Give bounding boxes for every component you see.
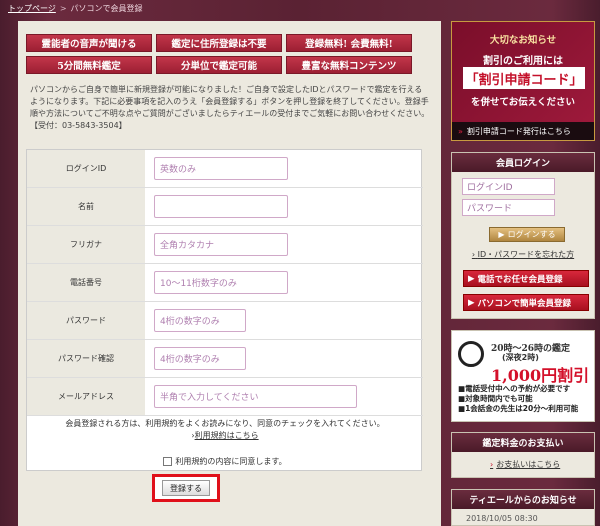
login-id-field[interactable]: ログインID (462, 178, 555, 195)
password-input[interactable]: 4桁の数字のみ (154, 309, 246, 332)
login-title: 会員ログイン (452, 153, 594, 172)
main-content: 霊能者の音声が聞ける 鑑定に住所登録は不要 登録無料! 会費無料! 5分間無料鑑… (18, 21, 441, 526)
terms-link[interactable]: 利用規約はこちら (195, 431, 259, 440)
form-row-password-confirm: パスワード確認 4桁の数字のみ (27, 340, 423, 378)
login-button-label: ログインする (507, 230, 556, 239)
breadcrumb-home[interactable]: トップページ (8, 4, 56, 13)
clock-icon (458, 341, 484, 367)
payment-link-arrow: › (490, 460, 494, 469)
login-button[interactable]: ▶ ログインする (489, 227, 565, 242)
agree-row: 利用規約の内容に同意します。 (27, 456, 423, 467)
feature-buttons: 霊能者の音声が聞ける 鑑定に住所登録は不要 登録無料! 会費無料! 5分間無料鑑… (26, 34, 426, 74)
terms-text: 会員登録される方は、利用規約をよくお読みになり、同意のチェックを入れてください。 (65, 419, 385, 428)
discount-amount: 1,000円割引 (491, 366, 590, 385)
news-title: ティエールからのお知らせ (452, 490, 594, 509)
intro-phone: 【受付：03-5843-3504】 (30, 121, 127, 130)
pc-register-label: パソコンで簡単会員登録 (477, 298, 572, 309)
password-confirm-label: パスワード確認 (27, 340, 145, 377)
feature-no-address: 鑑定に住所登録は不要 (156, 34, 282, 52)
feature-free-registration: 登録無料! 会費無料! (286, 34, 412, 52)
submit-highlight: 登録する (152, 474, 220, 502)
agree-checkbox[interactable] (163, 457, 173, 466)
breadcrumb-current: パソコンで会員登録 (70, 4, 143, 13)
promo-link-arrow: » (458, 126, 463, 136)
news-panel: ティエールからのお知らせ 2018/10/05 08:30 (451, 489, 595, 526)
login-password-field[interactable]: パスワード (462, 199, 555, 216)
phone-register-label: 電話でお任せ会員登録 (477, 274, 563, 285)
furigana-label: フリガナ (27, 226, 145, 263)
payment-link[interactable]: › お支払いはこちら (490, 459, 560, 470)
forgot-label: ID・パスワードを忘れた方 (477, 250, 575, 259)
email-label: メールアドレス (27, 378, 145, 415)
phone-label: 電話番号 (27, 264, 145, 301)
pc-register-arrow: ▶ (468, 297, 475, 308)
night-discount-banner[interactable]: 20時～26時の鑑定 (深夜2時) 1,000円割引 ■電話受付中への予約が必要… (451, 330, 595, 422)
register-submit-button[interactable]: 登録する (162, 480, 210, 496)
promo-link[interactable]: » 割引申請コード発行はこちら (452, 122, 594, 140)
terms-notice: 会員登録される方は、利用規約をよくお読みになり、同意のチェックを入れてください。… (27, 418, 423, 442)
forgot-credentials-link[interactable]: › ID・パスワードを忘れた方 (452, 249, 594, 260)
password-label: パスワード (27, 302, 145, 339)
form-row-phone: 電話番号 10～11桁数字のみ (27, 264, 423, 302)
pc-register-button[interactable]: ▶ パソコンで簡単会員登録 (463, 294, 589, 311)
promo-line3: を併せてお伝えください (471, 97, 575, 108)
fee-title: 鑑定料金のお支払い (452, 433, 594, 452)
phone-register-button[interactable]: ▶ 電話でお任せ会員登録 (463, 270, 589, 287)
feature-voice: 霊能者の音声が聞ける (26, 34, 152, 52)
feature-free-content: 豊富な無料コンテンツ (286, 56, 412, 74)
form-row-email: メールアドレス 半角で入力してください (27, 378, 423, 416)
intro-body: パソコンからご自身で簡単に新規登録が可能になりました！ご自身で設定したIDとパス… (30, 85, 430, 118)
discount-note: ■1会話金の先生は20分～利用可能 (458, 404, 579, 413)
email-input[interactable]: 半角で入力してください (154, 385, 357, 408)
payment-link-label: お支払いはこちら (496, 460, 561, 469)
login-id-label: ログインID (27, 150, 145, 187)
promo-heading: 大切なお知らせ (489, 35, 557, 46)
phone-register-arrow: ▶ (468, 273, 475, 284)
forgot-arrow: › (471, 250, 476, 259)
fee-panel: 鑑定料金のお支払い › お支払いはこちら (451, 432, 595, 478)
breadcrumb: トップページ > パソコンで会員登録 (8, 3, 143, 14)
login-button-arrow: ▶ (498, 230, 505, 239)
password-confirm-input[interactable]: 4桁の数字のみ (154, 347, 246, 370)
discount-notes: ■電話受付中への予約が必要です ■対象時間内でも可能 ■1会話金の先生は20分～… (458, 384, 578, 414)
registration-form: ログインID 英数のみ 名前 フリガナ 全角カタカナ 電話番号 10～11桁数字… (26, 149, 423, 471)
promo-link-label: 割引申請コード発行はこちら (466, 126, 571, 136)
feature-5min-free: 5分間無料鑑定 (26, 56, 152, 74)
promo-line1: 割引のご利用には (483, 56, 563, 67)
phone-input[interactable]: 10～11桁数字のみ (154, 271, 288, 294)
furigana-input[interactable]: 全角カタカナ (154, 233, 288, 256)
name-label: 名前 (27, 188, 145, 225)
breadcrumb-separator: > (59, 4, 67, 13)
agree-label: 利用規約の内容に同意します。 (175, 457, 287, 466)
feature-per-minute: 分単位で鑑定可能 (156, 56, 282, 74)
discount-note: ■電話受付中への予約が必要です (458, 384, 571, 393)
form-row-furigana: フリガナ 全角カタカナ (27, 226, 423, 264)
discount-note: ■対象時間内でも可能 (458, 394, 533, 403)
promo-code-label: 「割引申請コード」 (463, 67, 585, 89)
form-row-name: 名前 (27, 188, 423, 226)
form-row-login-id: ログインID 英数のみ (27, 150, 423, 188)
news-date: 2018/10/05 08:30 (466, 514, 538, 523)
form-row-password: パスワード 4桁の数字のみ (27, 302, 423, 340)
name-input[interactable] (154, 195, 288, 218)
intro-text: パソコンからご自身で簡単に新規登録が可能になりました！ご自身で設定したIDとパス… (30, 84, 430, 132)
promo-banner[interactable]: 大切なお知らせ 割引のご利用には 「割引申請コード」 を併せてお伝えください »… (451, 21, 595, 141)
login-id-input[interactable]: 英数のみ (154, 157, 288, 180)
login-panel: 会員ログイン ログインID パスワード ▶ ログインする › ID・パスワードを忘… (451, 152, 595, 319)
